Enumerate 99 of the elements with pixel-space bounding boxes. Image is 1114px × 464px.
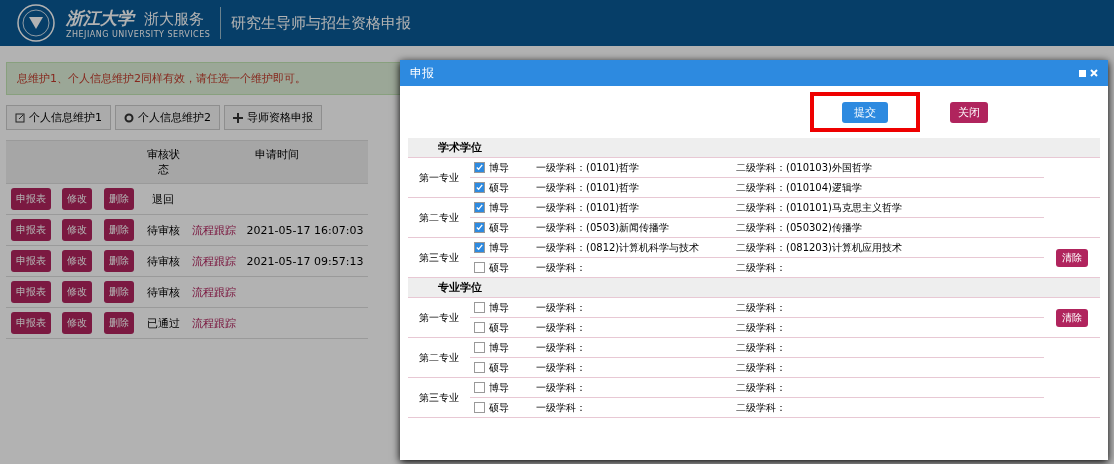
role-label: 硕导 bbox=[489, 400, 509, 415]
track-link[interactable]: 流程跟踪 bbox=[192, 222, 236, 238]
status-cell: 已通过 bbox=[140, 308, 186, 339]
row-action-button[interactable]: 修改 bbox=[62, 281, 92, 303]
track-link[interactable]: 流程跟踪 bbox=[192, 253, 236, 269]
discipline-level1: 一级学科：(0812)计算机科学与技术 bbox=[532, 238, 732, 258]
discipline-level1: 一级学科：(0101)哲学 bbox=[532, 178, 732, 198]
role-checkbox[interactable] bbox=[474, 402, 485, 413]
major-label: 第一专业 bbox=[408, 158, 470, 198]
university-seal-icon bbox=[16, 3, 56, 43]
row-action-button[interactable]: 删除 bbox=[104, 219, 134, 241]
role-checkbox[interactable] bbox=[474, 202, 485, 213]
role-checkbox[interactable] bbox=[474, 222, 485, 233]
status-cell: 待审核 bbox=[140, 246, 186, 277]
discipline-level2: 二级学科：(010103)外国哲学 bbox=[732, 158, 1044, 178]
section-title: 专业学位 bbox=[408, 278, 1100, 298]
role-checkbox[interactable] bbox=[474, 342, 485, 353]
row-action-button[interactable]: 删除 bbox=[104, 312, 134, 334]
maximize-icon[interactable] bbox=[1079, 69, 1086, 77]
role-label: 博导 bbox=[489, 300, 509, 315]
role-checkbox[interactable] bbox=[474, 262, 485, 273]
row-action-button[interactable]: 修改 bbox=[62, 188, 92, 210]
row-action-button[interactable]: 删除 bbox=[104, 250, 134, 272]
status-cell: 待审核 bbox=[140, 277, 186, 308]
role-label: 硕导 bbox=[489, 220, 509, 235]
row-action-button[interactable]: 修改 bbox=[62, 312, 92, 334]
role-label: 博导 bbox=[489, 380, 509, 395]
plus-icon bbox=[233, 112, 243, 123]
track-link[interactable]: 流程跟踪 bbox=[192, 315, 236, 331]
role-label: 博导 bbox=[489, 160, 509, 175]
logo-text: 浙江大学 bbox=[66, 7, 134, 30]
row-action-button[interactable]: 删除 bbox=[104, 281, 134, 303]
row-action-button[interactable]: 申报表 bbox=[11, 188, 51, 210]
role-checkbox[interactable] bbox=[474, 182, 485, 193]
edit-icon bbox=[15, 112, 25, 123]
row-action-button[interactable]: 申报表 bbox=[11, 281, 51, 303]
discipline-level2: 二级学科： bbox=[732, 318, 1044, 338]
row-action-button[interactable]: 删除 bbox=[104, 188, 134, 210]
discipline-level1: 一级学科：(0101)哲学 bbox=[532, 198, 732, 218]
toolbar-button[interactable]: 个人信息维护2 bbox=[115, 105, 220, 130]
role-checkbox[interactable] bbox=[474, 362, 485, 373]
role-label: 博导 bbox=[489, 340, 509, 355]
discipline-level1: 一级学科： bbox=[532, 298, 732, 318]
discipline-level1: 一级学科： bbox=[532, 338, 732, 358]
row-action-button[interactable]: 申报表 bbox=[11, 312, 51, 334]
role-label: 博导 bbox=[489, 240, 509, 255]
row-action-button[interactable]: 修改 bbox=[62, 250, 92, 272]
toolbar-button[interactable]: 导师资格申报 bbox=[224, 105, 322, 130]
discipline-level1: 一级学科： bbox=[532, 398, 732, 418]
discipline-level1: 一级学科：(0503)新闻传播学 bbox=[532, 218, 732, 238]
column-header: 申请时间 bbox=[186, 141, 368, 184]
status-cell: 退回 bbox=[140, 184, 186, 215]
clear-button[interactable]: 清除 bbox=[1056, 248, 1088, 267]
submit-button[interactable]: 提交 bbox=[842, 102, 888, 123]
system-title: 研究生导师与招生资格申报 bbox=[231, 13, 412, 33]
major-label: 第一专业 bbox=[408, 298, 470, 338]
discipline-level1: 一级学科： bbox=[532, 318, 732, 338]
discipline-level2: 二级学科： bbox=[732, 298, 1044, 318]
discipline-level2: 二级学科： bbox=[732, 338, 1044, 358]
major-label: 第二专业 bbox=[408, 198, 470, 238]
track-link[interactable]: 流程跟踪 bbox=[192, 284, 236, 300]
row-action-button[interactable]: 修改 bbox=[62, 219, 92, 241]
role-checkbox[interactable] bbox=[474, 302, 485, 313]
gear-icon bbox=[124, 112, 134, 123]
service-english-name: ZHEJIANG UNIVERSITY SERVICES bbox=[66, 30, 211, 39]
discipline-level2: 二级学科：(081203)计算机应用技术 bbox=[732, 238, 1044, 258]
role-checkbox[interactable] bbox=[474, 242, 485, 253]
row-action-button[interactable]: 申报表 bbox=[11, 250, 51, 272]
role-checkbox[interactable] bbox=[474, 322, 485, 333]
role-label: 硕导 bbox=[489, 320, 509, 335]
discipline-level2: 二级学科：(050302)传播学 bbox=[732, 218, 1044, 238]
discipline-level1: 一级学科：(0101)哲学 bbox=[532, 158, 732, 178]
discipline-level2: 二级学科：(010104)逻辑学 bbox=[732, 178, 1044, 198]
role-checkbox[interactable] bbox=[474, 382, 485, 393]
time-cell: 2021-05-17 16:07:03 bbox=[242, 215, 368, 246]
discipline-level1: 一级学科： bbox=[532, 378, 732, 398]
discipline-level2: 二级学科： bbox=[732, 378, 1044, 398]
section-title: 学术学位 bbox=[408, 138, 1100, 158]
clear-button[interactable]: 清除 bbox=[1056, 308, 1088, 327]
service-name: 浙大服务 bbox=[144, 10, 204, 29]
close-button[interactable]: 关闭 bbox=[950, 101, 988, 123]
close-icon[interactable] bbox=[1090, 69, 1098, 77]
major-label: 第二专业 bbox=[408, 338, 470, 378]
role-label: 硕导 bbox=[489, 360, 509, 375]
role-label: 硕导 bbox=[489, 260, 509, 275]
toolbar-button[interactable]: 个人信息维护1 bbox=[6, 105, 111, 130]
status-cell: 待审核 bbox=[140, 215, 186, 246]
dialog-title: 申报 bbox=[410, 64, 434, 82]
role-checkbox[interactable] bbox=[474, 162, 485, 173]
discipline-level2: 二级学科：(010101)马克思主义哲学 bbox=[732, 198, 1044, 218]
column-header: 审核状态 bbox=[140, 141, 186, 184]
role-label: 硕导 bbox=[489, 180, 509, 195]
discipline-level2: 二级学科： bbox=[732, 358, 1044, 378]
discipline-level1: 一级学科： bbox=[532, 358, 732, 378]
row-action-button[interactable]: 申报表 bbox=[11, 219, 51, 241]
time-cell: 2021-05-17 09:57:13 bbox=[242, 246, 368, 277]
discipline-level2: 二级学科： bbox=[732, 398, 1044, 418]
major-label: 第三专业 bbox=[408, 378, 470, 418]
role-label: 博导 bbox=[489, 200, 509, 215]
